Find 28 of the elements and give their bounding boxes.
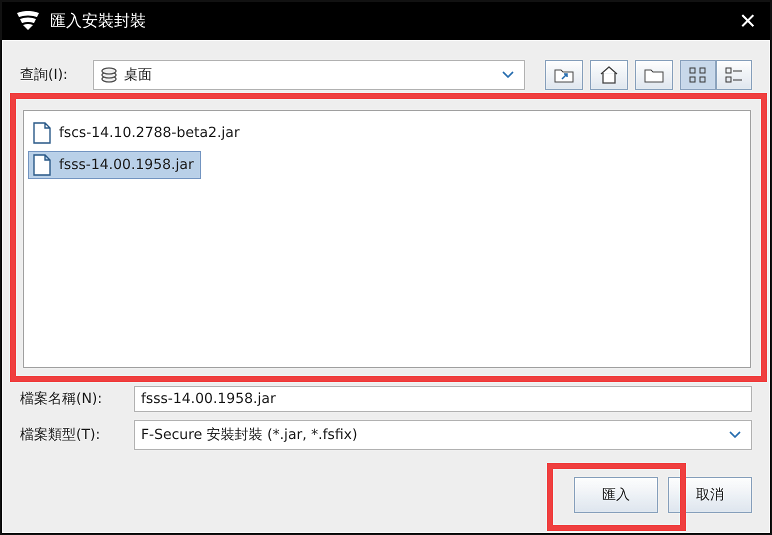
file-type-label: 檔案類型(T): <box>20 426 102 444</box>
shield-logo-icon <box>16 11 40 31</box>
file-name-field[interactable]: fsss-14.00.1958.jar <box>134 386 752 412</box>
up-folder-button[interactable] <box>545 60 583 90</box>
chevron-down-icon <box>502 71 514 79</box>
import-button[interactable]: 匯入 <box>574 477 658 513</box>
file-item[interactable]: fscs-14.10.2788-beta2.jar <box>28 119 247 147</box>
details-list-icon <box>725 66 743 84</box>
file-item[interactable]: fsss-14.00.1958.jar <box>28 151 201 179</box>
home-button[interactable] <box>590 60 628 90</box>
folder-icon <box>644 67 664 83</box>
look-in-label: 查詢(I): <box>20 66 69 84</box>
grid-icon <box>689 66 707 84</box>
list-view-button[interactable] <box>680 60 716 90</box>
file-icon <box>33 122 51 144</box>
look-in-dropdown[interactable]: 桌面 <box>93 60 525 90</box>
window-title: 匯入安裝封裝 <box>50 10 147 32</box>
file-icon <box>33 154 51 176</box>
cancel-button[interactable]: 取消 <box>668 477 752 513</box>
file-name-label: 檔案名稱(N): <box>20 390 104 408</box>
home-icon <box>599 66 619 84</box>
database-icon <box>100 66 118 84</box>
folder-up-icon <box>554 67 574 83</box>
new-folder-button[interactable] <box>635 60 673 90</box>
chevron-down-icon <box>729 431 741 439</box>
details-view-button[interactable] <box>716 60 752 90</box>
file-type-dropdown[interactable]: F-Secure 安裝封裝 (*.jar, *.fsfix) <box>134 420 752 450</box>
close-button[interactable]: × <box>736 7 760 35</box>
